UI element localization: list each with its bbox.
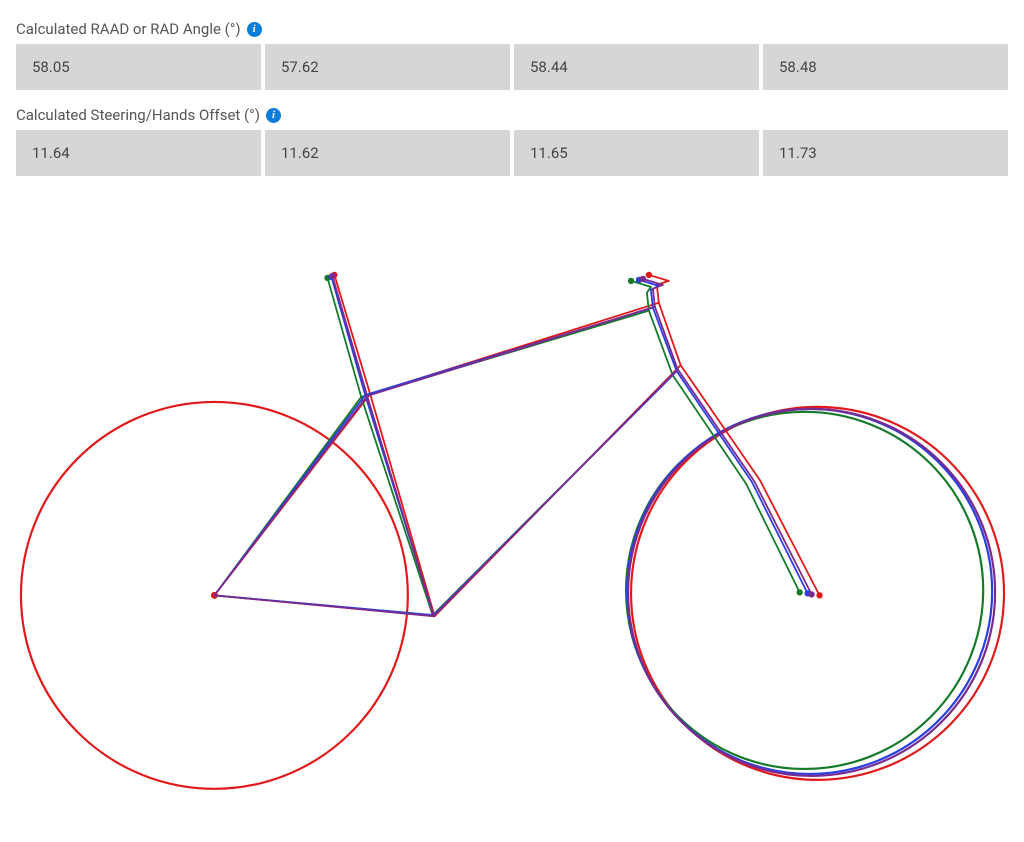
raad-angle-values: 58.05 57.62 58.44 58.48 xyxy=(16,44,1008,90)
steering-value-4: 11.73 xyxy=(763,130,1008,176)
steering-offset-section: Calculated Steering/Hands Offset (°) i 1… xyxy=(16,102,1008,176)
raad-angle-label-row: Calculated RAAD or RAD Angle (°) i xyxy=(16,16,1008,44)
raad-angle-label: Calculated RAAD or RAD Angle (°) xyxy=(16,20,241,38)
info-icon[interactable]: i xyxy=(266,108,281,123)
steering-value-3: 11.65 xyxy=(514,130,759,176)
raad-value-1: 58.05 xyxy=(16,44,261,90)
raad-value-4: 58.48 xyxy=(763,44,1008,90)
steering-offset-label: Calculated Steering/Hands Offset (°) xyxy=(16,106,260,124)
raad-value-2: 57.62 xyxy=(265,44,510,90)
info-icon[interactable]: i xyxy=(247,22,262,37)
raad-value-3: 58.44 xyxy=(514,44,759,90)
geometry-diagram xyxy=(16,206,1008,826)
raad-angle-section: Calculated RAAD or RAD Angle (°) i 58.05… xyxy=(16,16,1008,90)
steering-value-2: 11.62 xyxy=(265,130,510,176)
steering-offset-label-row: Calculated Steering/Hands Offset (°) i xyxy=(16,102,1008,130)
steering-offset-values: 11.64 11.62 11.65 11.73 xyxy=(16,130,1008,176)
steering-value-1: 11.64 xyxy=(16,130,261,176)
geometry-svg xyxy=(16,206,1008,826)
